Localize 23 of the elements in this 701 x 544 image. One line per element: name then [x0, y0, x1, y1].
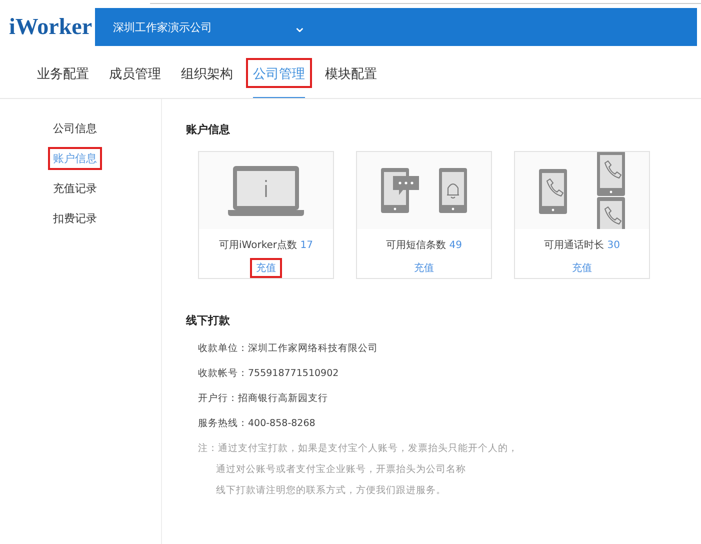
section-title: 线下打款 — [186, 313, 231, 328]
note-text: 注：通过支付宝打款，如果是支付宝个人账号，发票抬头只能开个人的， — [198, 442, 519, 455]
sidebar-item[interactable]: 扣费记录 — [48, 207, 102, 230]
balance-text: 可用短信条数 49 — [386, 239, 462, 252]
payment-detail: 服务热线：400-858-8268 — [198, 417, 316, 430]
sidebar-item[interactable]: 公司信息 — [48, 117, 102, 140]
balance-text: 可用通话时长 30 — [544, 238, 620, 252]
nav-tab[interactable]: 业务配置 — [30, 58, 96, 88]
company-name: 深圳工作家演示公司 — [113, 20, 213, 34]
sidebar-item[interactable]: 充值记录 — [48, 177, 102, 200]
nav-tab[interactable]: 组织架构 — [174, 58, 240, 88]
section-title: 账户信息 — [186, 122, 231, 137]
nav-tab[interactable]: 模块配置 — [318, 58, 384, 88]
payment-detail: 收款帐号：755918771510902 — [198, 367, 340, 380]
payment-detail: 收款单位：深圳工作家网络科技有限公司 — [198, 342, 379, 355]
balance-text: 可用iWorker点数 17 — [219, 238, 313, 252]
note-text: 通过对公账号或者支付宝企业账号，开票抬头为公司名称 — [215, 463, 467, 476]
payment-detail: 开户行：招商银行高新园支行 — [198, 392, 329, 405]
dropdown-caret[interactable]: ⌄ — [293, 19, 306, 35]
logo[interactable]: iWorker — [4, 8, 95, 46]
nav-tab[interactable]: 成员管理 — [102, 58, 168, 88]
laptop-icon — [228, 166, 304, 216]
note-text: 线下打款请注明您的联系方式，方便我们跟进服务。 — [215, 484, 447, 497]
